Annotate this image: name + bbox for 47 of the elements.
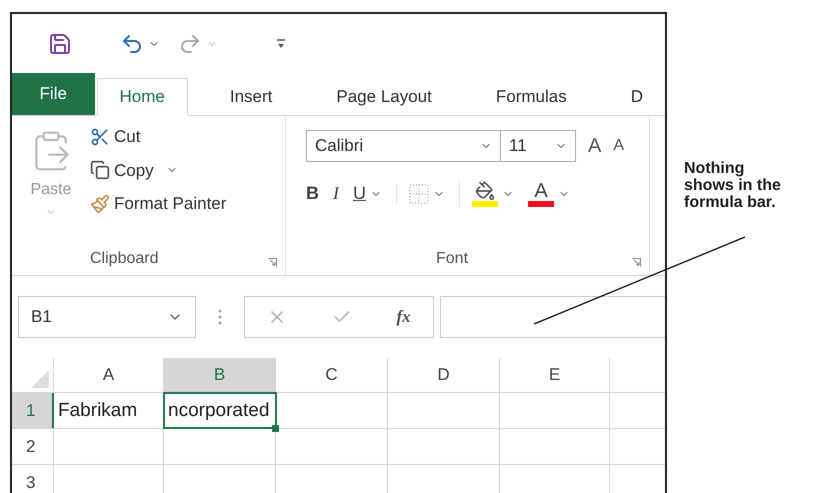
cell-text: ncorporated	[168, 399, 270, 423]
ribbon-tab[interactable]: Home	[96, 78, 188, 116]
row-header[interactable]: 2	[12, 429, 54, 464]
cut-button[interactable]: Cut	[114, 124, 140, 150]
column-header[interactable]: E	[500, 358, 610, 392]
underline-button[interactable]: U	[353, 180, 366, 207]
scissors-icon	[90, 126, 110, 147]
column-header[interactable]: D	[388, 358, 500, 392]
ribbon-tab[interactable]: D	[608, 78, 665, 116]
ribbon-tab[interactable]: Page Layout	[314, 78, 454, 116]
font-color-button[interactable]: A	[534, 180, 548, 200]
fill-color-swatch	[472, 200, 498, 206]
copy-icon	[90, 160, 110, 180]
ribbon-tab[interactable]: Formulas	[474, 78, 589, 116]
file-tab[interactable]: File	[12, 73, 94, 115]
cell-text: Fabrikam	[58, 399, 138, 423]
paint-bucket-icon[interactable]	[475, 180, 495, 200]
dialog-launcher-icon[interactable]	[632, 258, 641, 267]
insert-function-button[interactable]: fx	[396, 304, 411, 330]
fill-handle[interactable]	[272, 425, 279, 432]
font-size-dropdown[interactable]: 11	[501, 130, 576, 162]
name-box[interactable]: B1	[18, 296, 196, 338]
group-label: Clipboard	[90, 249, 158, 269]
font-name-dropdown[interactable]: Calibri	[306, 130, 501, 162]
copy-button[interactable]: Copy	[114, 158, 154, 183]
format-painter-button[interactable]: Format Painter	[114, 191, 226, 216]
group-label: Font	[436, 249, 468, 269]
borders-icon[interactable]	[409, 184, 429, 204]
bold-button[interactable]: B	[306, 180, 319, 207]
grow-font-button[interactable]: A	[588, 131, 602, 161]
row-header[interactable]: 1	[12, 393, 54, 428]
customize-toolbar-icon[interactable]	[276, 38, 286, 50]
callout-text: Nothing shows in the formula bar.	[684, 160, 782, 211]
save-icon[interactable]	[48, 32, 72, 56]
column-header[interactable]: B	[164, 358, 276, 392]
column-header[interactable]: C	[276, 358, 388, 392]
redo-icon[interactable]	[178, 32, 202, 56]
formula-input[interactable]	[440, 296, 665, 338]
ribbon-tab[interactable]: Insert	[208, 78, 294, 116]
paintbrush-icon	[90, 194, 110, 214]
undo-icon[interactable]	[120, 32, 144, 56]
row-header[interactable]: 3	[12, 465, 54, 493]
dialog-launcher-icon[interactable]	[268, 258, 277, 267]
italic-button[interactable]: I	[333, 180, 339, 207]
shrink-font-button[interactable]: A	[613, 134, 624, 158]
grip-icon	[218, 309, 222, 325]
font-color-swatch	[528, 200, 554, 206]
